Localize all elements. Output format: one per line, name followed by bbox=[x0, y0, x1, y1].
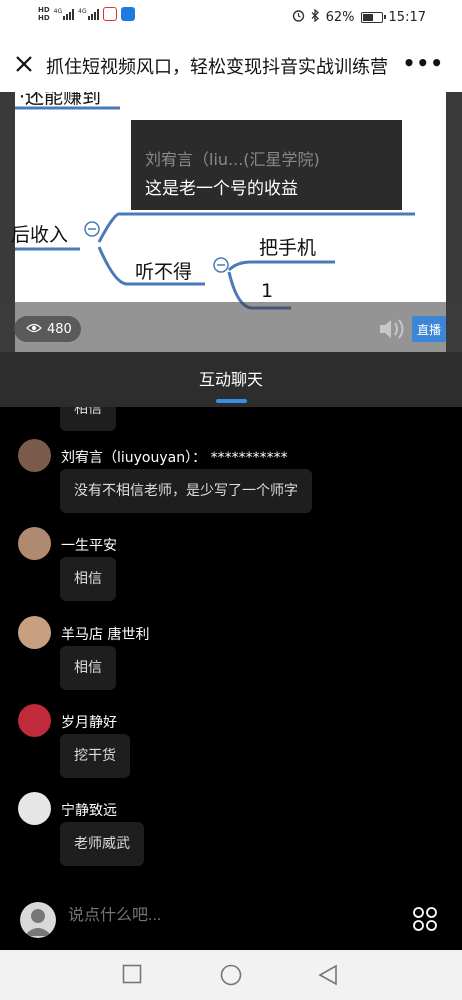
chat-bubble: 挖干货 bbox=[60, 734, 130, 778]
bluetooth-icon bbox=[311, 8, 320, 26]
alarm-icon bbox=[292, 9, 305, 26]
tab-indicator bbox=[216, 399, 247, 403]
hd-indicator: HD HD bbox=[38, 6, 50, 22]
battery-icon bbox=[360, 12, 386, 23]
slide-node-2: 1 bbox=[261, 280, 274, 302]
slide-node-1: 把手机 bbox=[259, 237, 317, 259]
chat-username: 刘宥言（liuyouyan）： *********** bbox=[61, 450, 288, 466]
chat-bubble: 相信 bbox=[60, 557, 116, 601]
slide-mid-text: 听不得 bbox=[135, 261, 193, 283]
user-avatar[interactable] bbox=[18, 616, 51, 649]
user-avatar[interactable] bbox=[18, 704, 51, 737]
page-title: 抓住短视频风口，轻松变现抖音实战训练营 bbox=[46, 57, 388, 78]
user-avatar[interactable] bbox=[18, 439, 51, 472]
slide-comment-box: 刘宥言（liu...(汇星学院) 这是老一个号的收益 bbox=[131, 120, 402, 210]
comment-author: 刘宥言（liu...(汇星学院) bbox=[145, 150, 320, 169]
eye-icon bbox=[26, 322, 42, 337]
view-count: 480 bbox=[14, 316, 81, 342]
signal-icon-2: 4G bbox=[78, 8, 99, 20]
chat-bubble: 相信 bbox=[60, 646, 116, 690]
my-avatar[interactable] bbox=[20, 902, 56, 938]
comment-text: 这是老一个号的收益 bbox=[145, 179, 298, 199]
back-icon[interactable] bbox=[318, 964, 338, 990]
chat-input-bar bbox=[0, 887, 462, 950]
recent-apps-icon[interactable] bbox=[122, 964, 142, 988]
close-icon[interactable] bbox=[12, 52, 36, 76]
more-options-icon[interactable]: ••• bbox=[403, 51, 444, 75]
view-count-value: 480 bbox=[47, 321, 72, 337]
status-bar: HD HD 4G 4G 62% 15:17 bbox=[0, 0, 462, 36]
weibo-app-icon bbox=[102, 7, 117, 21]
chat-username: 宁静致远 bbox=[61, 803, 117, 819]
gift-icon[interactable] bbox=[412, 906, 438, 936]
chat-username: 一生平安 bbox=[61, 538, 117, 554]
video-player[interactable]: ·还能赚到 后收入 听不得 把手机 1 刘宥言（liu...(汇星学院) 这是老… bbox=[0, 92, 462, 352]
chat-username: 羊马店 唐世利 bbox=[61, 627, 150, 643]
signal-icon-1: 4G bbox=[54, 8, 75, 20]
status-right: 62% 15:17 bbox=[292, 8, 426, 26]
speaker-icon[interactable] bbox=[378, 317, 408, 345]
battery-percent: 62% bbox=[325, 10, 355, 25]
live-button[interactable]: 直播 bbox=[412, 316, 446, 342]
slide-left-text: 后收入 bbox=[11, 224, 69, 246]
tab-bar: 互动聊天 bbox=[0, 352, 462, 407]
chat-username: 岁月静好 bbox=[61, 715, 117, 731]
tab-chat[interactable]: 互动聊天 bbox=[0, 366, 462, 390]
user-avatar[interactable] bbox=[18, 792, 51, 825]
status-left: HD HD 4G 4G bbox=[38, 6, 135, 22]
slide-top-text: ·还能赚到 bbox=[19, 92, 102, 108]
home-icon[interactable] bbox=[220, 964, 242, 990]
chat-bubble: 老师威武 bbox=[60, 822, 144, 866]
chat-bubble: 没有不相信老师，是少写了一个师字 bbox=[60, 469, 312, 513]
chat-list[interactable]: 相信 刘宥言（liuyouyan）： *********** 没有不相信老师，是… bbox=[0, 407, 462, 887]
zhihu-app-icon bbox=[120, 7, 135, 21]
user-avatar[interactable] bbox=[18, 527, 51, 560]
chat-input[interactable] bbox=[68, 907, 368, 925]
system-nav-bar bbox=[0, 950, 462, 1000]
title-bar: 抓住短视频风口，轻松变现抖音实战训练营 ••• bbox=[0, 36, 462, 92]
clock: 15:17 bbox=[388, 10, 426, 25]
chat-bubble-partial: 相信 bbox=[60, 407, 116, 431]
